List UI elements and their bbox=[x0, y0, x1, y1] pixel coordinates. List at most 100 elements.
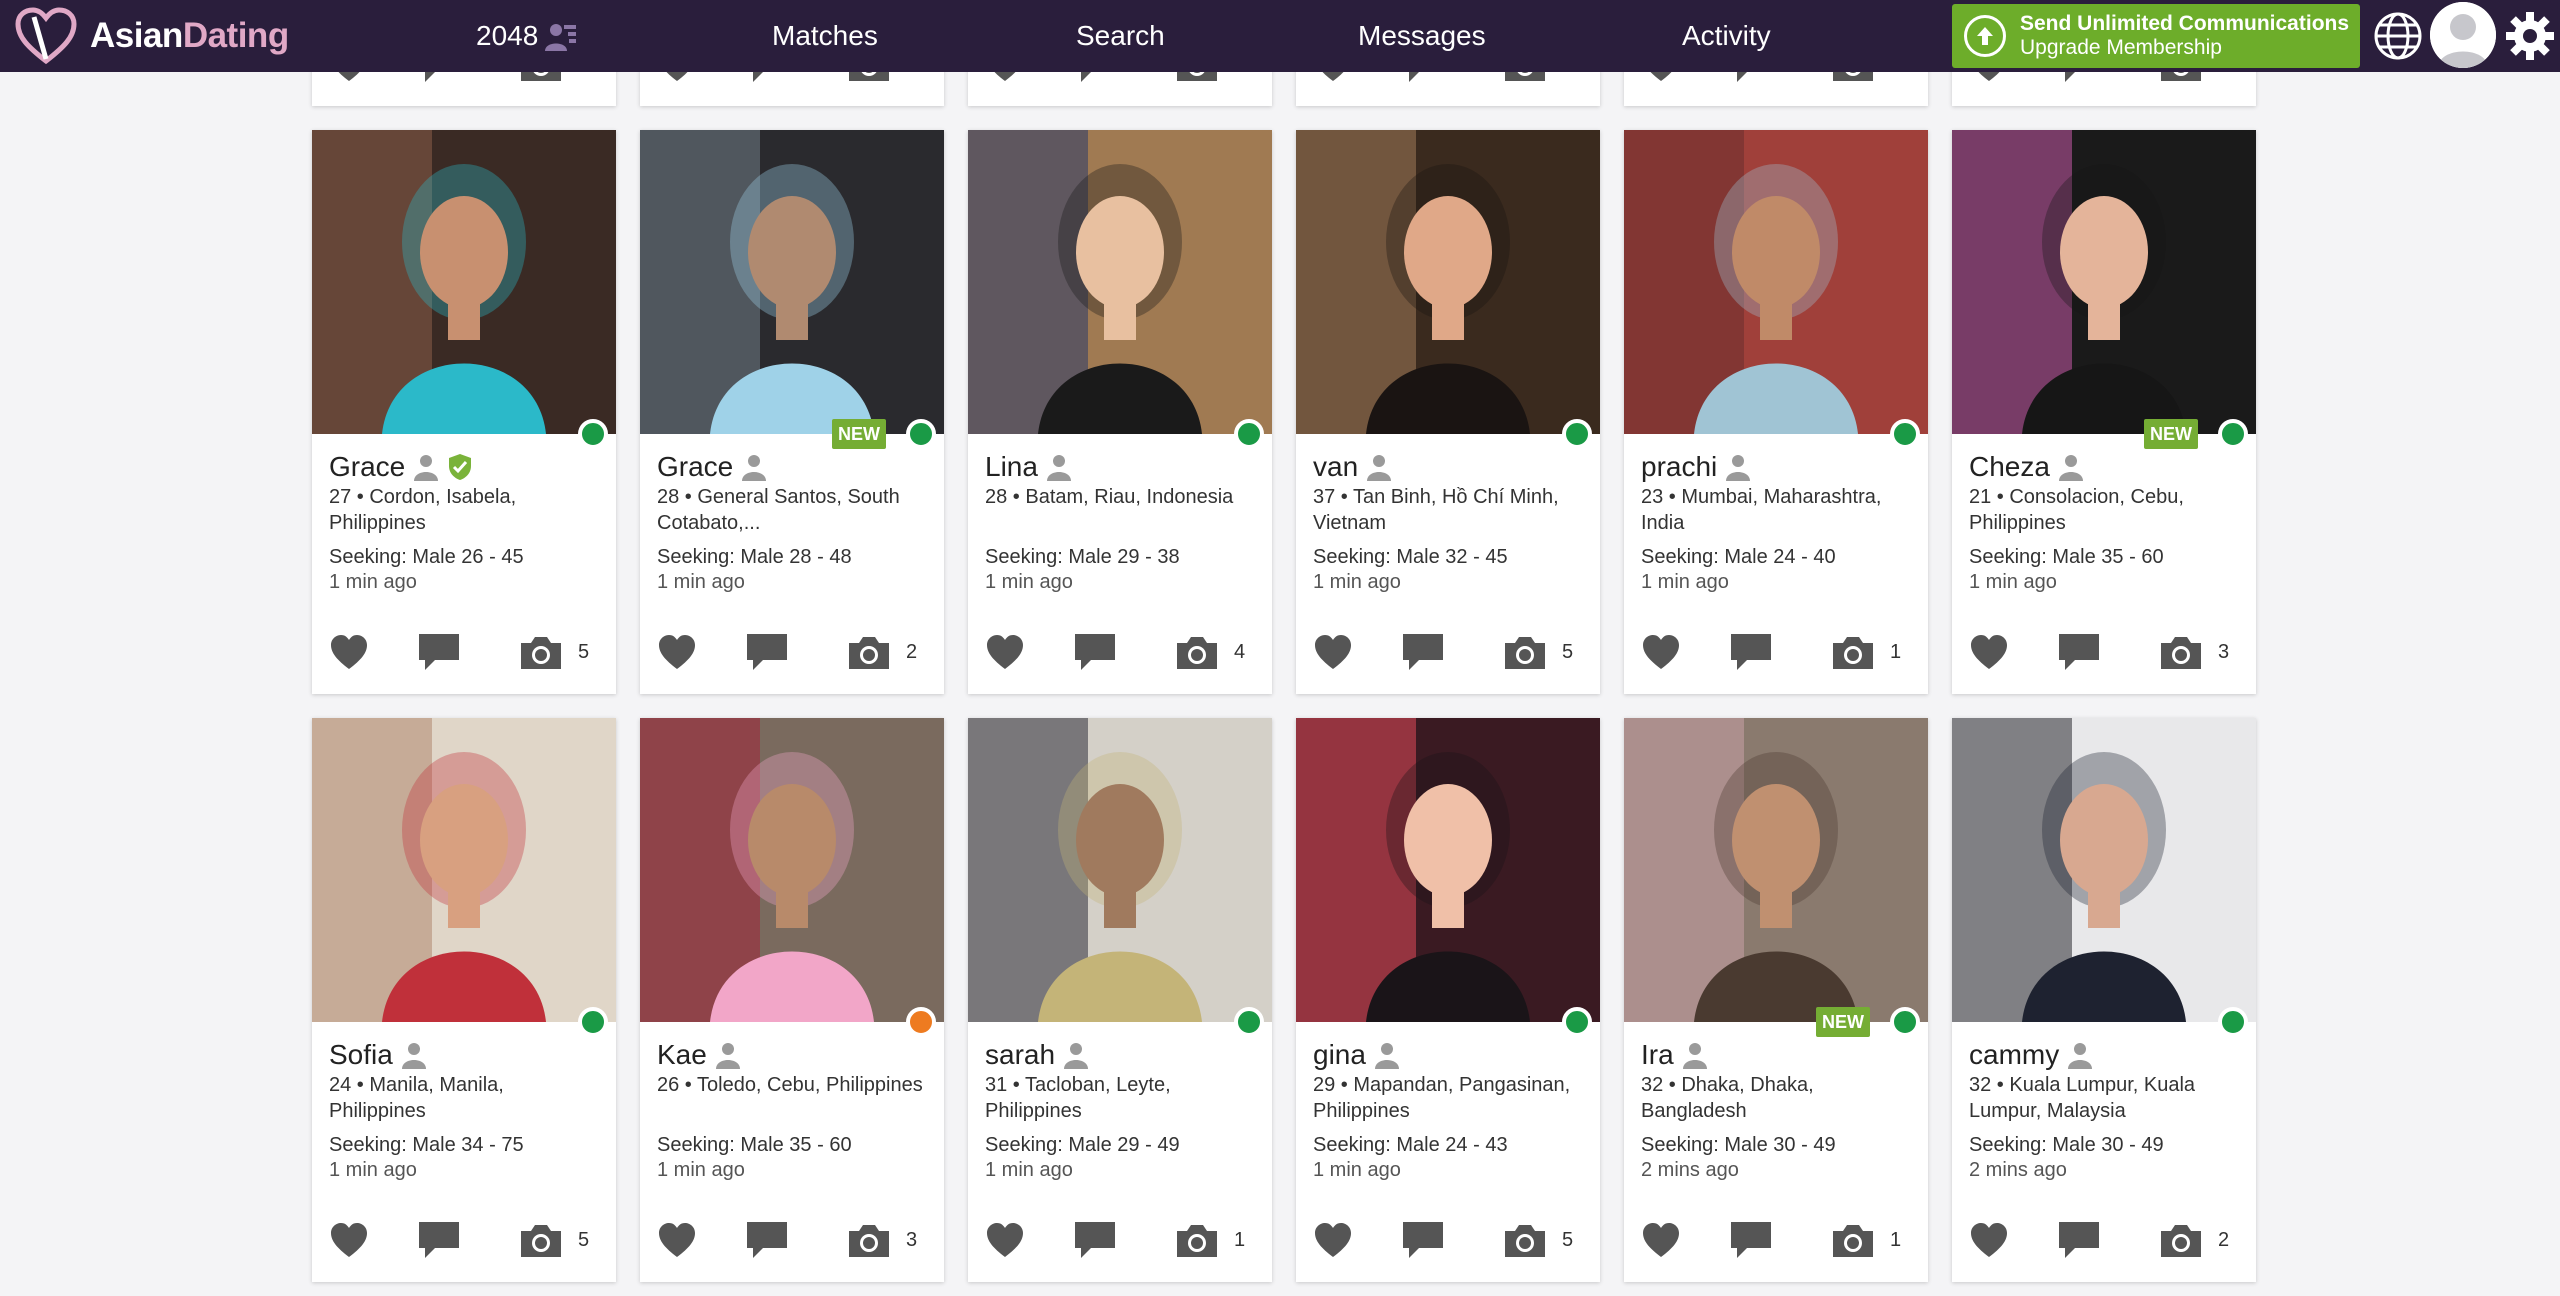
heart-icon[interactable] bbox=[1641, 1221, 1681, 1259]
profile-name[interactable]: Cheza bbox=[1969, 451, 2050, 483]
heart-icon[interactable] bbox=[329, 633, 369, 671]
person-icon[interactable] bbox=[1063, 1041, 1089, 1069]
settings-gear-icon[interactable] bbox=[2504, 10, 2556, 62]
profile-photo[interactable] bbox=[968, 130, 1272, 434]
chat-icon[interactable] bbox=[417, 632, 461, 672]
nav-messages[interactable]: Messages bbox=[1358, 0, 1486, 72]
profile-photo[interactable] bbox=[1624, 130, 1928, 434]
nav-search[interactable]: Search bbox=[1076, 0, 1165, 72]
person-icon[interactable] bbox=[741, 453, 767, 481]
camera-icon[interactable] bbox=[847, 1221, 891, 1259]
person-icon[interactable] bbox=[2058, 453, 2084, 481]
chat-icon[interactable] bbox=[745, 1220, 789, 1260]
camera-icon[interactable] bbox=[1503, 1221, 1547, 1259]
profile-card[interactable]: Kae 26 • Toledo, Cebu, Philippines Seeki… bbox=[640, 718, 944, 1282]
camera-icon[interactable] bbox=[1831, 1221, 1875, 1259]
profile-name[interactable]: Ira bbox=[1641, 1039, 1674, 1071]
profile-card[interactable]: Grace 27 • Cordon, Isabela, Philippines … bbox=[312, 130, 616, 694]
profile-name[interactable]: Kae bbox=[657, 1039, 707, 1071]
person-icon[interactable] bbox=[1366, 453, 1392, 481]
nav-online-count[interactable]: 2048 bbox=[476, 0, 578, 72]
person-icon[interactable] bbox=[2067, 1041, 2093, 1069]
profile-card[interactable]: NEW Grace 28 • General Santos, South Cot… bbox=[640, 130, 944, 694]
card-actions: 5 bbox=[1296, 1198, 1600, 1282]
nav-activity[interactable]: Activity bbox=[1682, 0, 1771, 72]
photo-count: 4 bbox=[1234, 640, 1246, 663]
globe-icon[interactable] bbox=[2372, 10, 2424, 62]
camera-icon[interactable] bbox=[1503, 633, 1547, 671]
profile-photo[interactable] bbox=[640, 130, 944, 434]
heart-icon[interactable] bbox=[985, 633, 1025, 671]
user-avatar[interactable] bbox=[2430, 2, 2496, 68]
heart-icon[interactable] bbox=[657, 1221, 697, 1259]
chat-icon[interactable] bbox=[2057, 632, 2101, 672]
chat-icon[interactable] bbox=[1729, 632, 1773, 672]
profile-name[interactable]: Grace bbox=[657, 451, 733, 483]
person-icon[interactable] bbox=[715, 1041, 741, 1069]
person-icon[interactable] bbox=[1374, 1041, 1400, 1069]
profile-card[interactable]: NEW Cheza 21 • Consolacion, Cebu, Philip… bbox=[1952, 130, 2256, 694]
profile-photo-image bbox=[640, 718, 944, 1022]
profile-info: cammy 32 • Kuala Lumpur, Kuala Lumpur, M… bbox=[1952, 1022, 2256, 1182]
profile-name[interactable]: van bbox=[1313, 451, 1358, 483]
profile-card[interactable]: sarah 31 • Tacloban, Leyte, Philippines … bbox=[968, 718, 1272, 1282]
chat-icon[interactable] bbox=[1401, 1220, 1445, 1260]
profile-photo[interactable] bbox=[312, 130, 616, 434]
profile-card[interactable]: Sofia 24 • Manila, Manila, Philippines S… bbox=[312, 718, 616, 1282]
profile-card[interactable]: van 37 • Tan Binh, Hồ Chí Minh, Vietnam … bbox=[1296, 130, 1600, 694]
profile-photo[interactable] bbox=[1952, 130, 2256, 434]
heart-icon[interactable] bbox=[1313, 1221, 1353, 1259]
chat-icon[interactable] bbox=[745, 632, 789, 672]
profile-card[interactable]: Lina 28 • Batam, Riau, Indonesia Seeking… bbox=[968, 130, 1272, 694]
camera-icon[interactable] bbox=[1175, 633, 1219, 671]
heart-icon[interactable] bbox=[1969, 1221, 2009, 1259]
profile-photo[interactable] bbox=[1296, 130, 1600, 434]
person-icon[interactable] bbox=[401, 1041, 427, 1069]
profile-card[interactable]: prachi 23 • Mumbai, Maharashtra, India S… bbox=[1624, 130, 1928, 694]
camera-icon[interactable] bbox=[2159, 1221, 2203, 1259]
nav-matches[interactable]: Matches bbox=[772, 0, 878, 72]
profile-photo-image bbox=[1624, 718, 1928, 1022]
camera-icon[interactable] bbox=[2159, 633, 2203, 671]
profile-photo[interactable] bbox=[640, 718, 944, 1022]
chat-icon[interactable] bbox=[417, 1220, 461, 1260]
person-icon[interactable] bbox=[1682, 1041, 1708, 1069]
camera-icon[interactable] bbox=[1831, 633, 1875, 671]
camera-icon[interactable] bbox=[519, 633, 563, 671]
profile-card[interactable]: gina 29 • Mapandan, Pangasinan, Philippi… bbox=[1296, 718, 1600, 1282]
heart-icon[interactable] bbox=[1641, 633, 1681, 671]
heart-icon[interactable] bbox=[657, 633, 697, 671]
profile-photo[interactable] bbox=[968, 718, 1272, 1022]
profile-photo[interactable] bbox=[312, 718, 616, 1022]
profile-photo[interactable] bbox=[1296, 718, 1600, 1022]
camera-icon[interactable] bbox=[847, 633, 891, 671]
chat-icon[interactable] bbox=[1073, 1220, 1117, 1260]
profile-name[interactable]: Lina bbox=[985, 451, 1038, 483]
person-icon[interactable] bbox=[1046, 453, 1072, 481]
person-icon[interactable] bbox=[1725, 453, 1751, 481]
profile-card[interactable]: NEW Ira 32 • Dhaka, Dhaka, Bangladesh Se… bbox=[1624, 718, 1928, 1282]
upgrade-membership-button[interactable]: Send Unlimited Communications Upgrade Me… bbox=[1952, 4, 2360, 68]
profile-card[interactable]: cammy 32 • Kuala Lumpur, Kuala Lumpur, M… bbox=[1952, 718, 2256, 1282]
profile-name[interactable]: Sofia bbox=[329, 1039, 393, 1071]
logo[interactable]: AsianDating bbox=[14, 6, 289, 66]
heart-icon[interactable] bbox=[1969, 633, 2009, 671]
profile-photo[interactable] bbox=[1624, 718, 1928, 1022]
camera-icon[interactable] bbox=[1175, 1221, 1219, 1259]
person-icon[interactable] bbox=[413, 453, 439, 481]
profile-name[interactable]: Grace bbox=[329, 451, 405, 483]
profile-name[interactable]: prachi bbox=[1641, 451, 1717, 483]
profile-info: Ira 32 • Dhaka, Dhaka, Bangladesh Seekin… bbox=[1624, 1022, 1928, 1182]
profile-name[interactable]: sarah bbox=[985, 1039, 1055, 1071]
camera-icon[interactable] bbox=[519, 1221, 563, 1259]
heart-icon[interactable] bbox=[329, 1221, 369, 1259]
chat-icon[interactable] bbox=[1729, 1220, 1773, 1260]
chat-icon[interactable] bbox=[1401, 632, 1445, 672]
profile-name[interactable]: cammy bbox=[1969, 1039, 2059, 1071]
profile-name[interactable]: gina bbox=[1313, 1039, 1366, 1071]
heart-icon[interactable] bbox=[985, 1221, 1025, 1259]
profile-photo[interactable] bbox=[1952, 718, 2256, 1022]
heart-icon[interactable] bbox=[1313, 633, 1353, 671]
chat-icon[interactable] bbox=[2057, 1220, 2101, 1260]
chat-icon[interactable] bbox=[1073, 632, 1117, 672]
